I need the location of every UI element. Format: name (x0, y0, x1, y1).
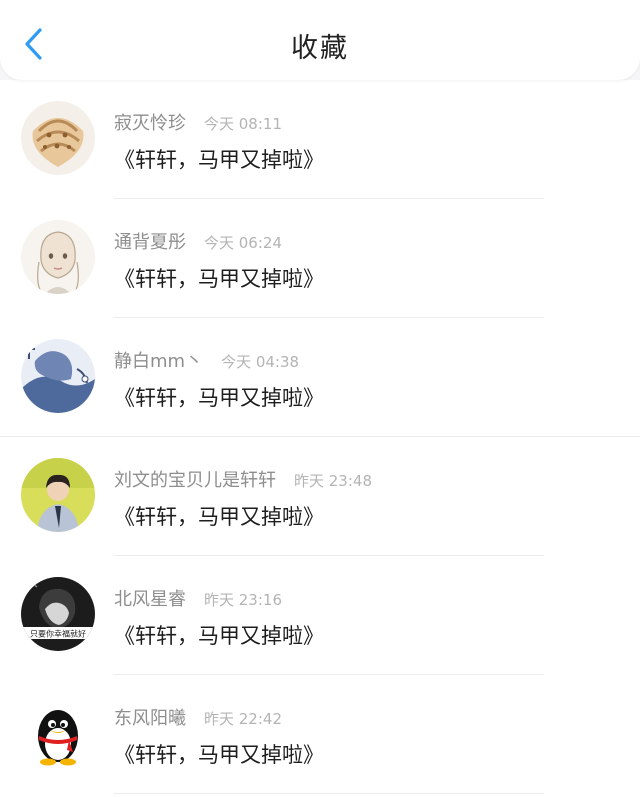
list-item[interactable]: 只要你幸福就好 北风星睿 昨天 23:16 《轩轩，马甲又掉啦》 (0, 556, 640, 675)
sender-name: 刘文的宝贝儿是轩轩 昨天 23:48 (114, 470, 372, 491)
sender-name: 通背夏彤 今天 06:24 (114, 232, 282, 253)
favorite-message: 《轩轩，马甲又掉啦》 (114, 743, 324, 767)
timestamp: 昨天 23:48 (294, 472, 372, 490)
list-item[interactable]: 寂灭怜珍 今天 08:11 《轩轩，马甲又掉啦》 (0, 80, 640, 199)
divider (114, 793, 544, 794)
avatar[interactable] (21, 339, 95, 413)
timestamp: 昨天 22:42 (204, 710, 282, 728)
top-bar: 收藏 (0, 0, 640, 80)
favorite-message: 《轩轩，马甲又掉啦》 (114, 267, 324, 291)
avatar[interactable] (21, 101, 95, 175)
penguin-icon (21, 696, 95, 770)
favorite-message: 《轩轩，马甲又掉啦》 (114, 148, 324, 172)
avatar[interactable] (21, 696, 95, 770)
favorite-message: 《轩轩，马甲又掉啦》 (114, 505, 324, 529)
avatar[interactable] (21, 458, 95, 532)
boy-photo-icon (21, 458, 95, 532)
avatar[interactable]: 只要你幸福就好 (21, 577, 95, 651)
sender-name: 东风阳曦 昨天 22:42 (114, 708, 282, 729)
timestamp: 今天 06:24 (204, 234, 282, 252)
bw-portrait-icon: 只要你幸福就好 (21, 577, 95, 651)
favorites-list: 寂灭怜珍 今天 08:11 《轩轩，马甲又掉啦》 通背夏彤 今天 06:24 《轩轩… (0, 80, 640, 797)
blue-illustration-icon (21, 339, 95, 413)
timestamp: 昨天 23:16 (204, 591, 282, 609)
favorite-message: 《轩轩，马甲又掉啦》 (114, 624, 324, 648)
seashell-icon (21, 101, 95, 175)
sender-name: 寂灭怜珍 今天 08:11 (114, 113, 282, 134)
list-item[interactable]: 通背夏彤 今天 06:24 《轩轩，马甲又掉啦》 (0, 199, 640, 318)
timestamp: 今天 08:11 (204, 115, 282, 133)
sender-name: 静白mm丶 今天 04:38 (114, 351, 300, 372)
list-item[interactable]: 静白mm丶 今天 04:38 《轩轩，马甲又掉啦》 (0, 318, 640, 437)
page-title: 收藏 (291, 33, 349, 64)
avatar[interactable] (21, 220, 95, 294)
sketch-girl-icon (21, 220, 95, 294)
timestamp: 今天 04:38 (221, 353, 300, 371)
avatar-caption: 只要你幸福就好 (30, 629, 86, 639)
list-item[interactable]: 东风阳曦 昨天 22:42 《轩轩，马甲又掉啦》 (0, 675, 640, 794)
favorite-message: 《轩轩，马甲又掉啦》 (114, 386, 324, 410)
list-item[interactable]: 刘文的宝贝儿是轩轩 昨天 23:48 《轩轩，马甲又掉啦》 (0, 437, 640, 556)
sender-name: 北风星睿 昨天 23:16 (114, 589, 282, 610)
